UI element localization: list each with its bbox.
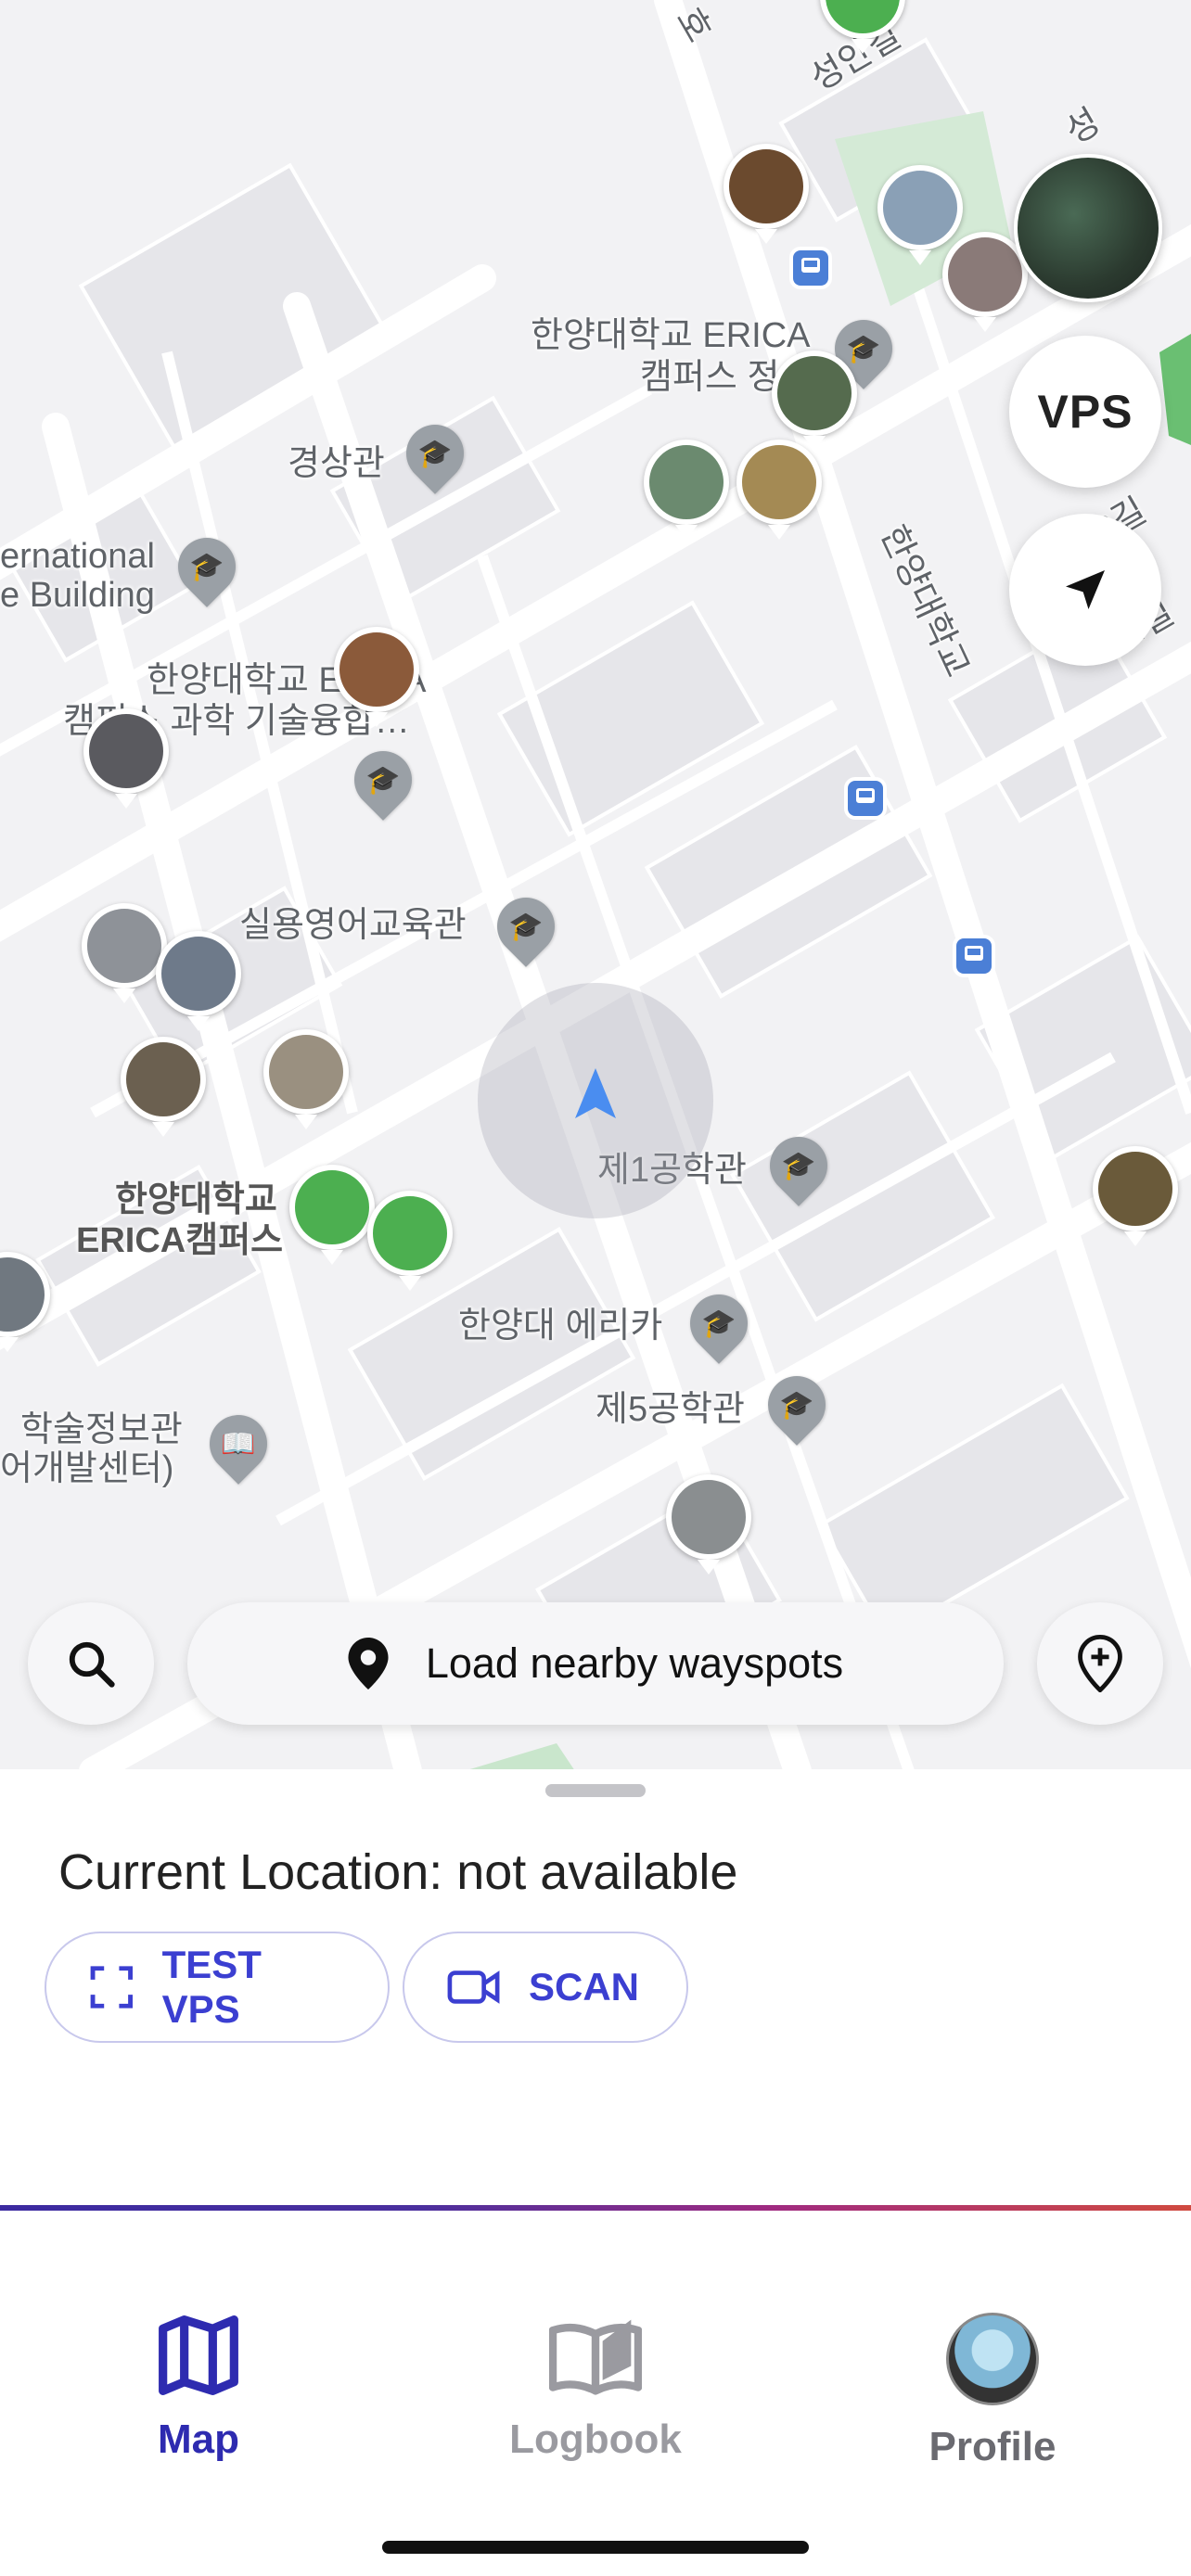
wayspot-marker[interactable]	[263, 1029, 349, 1129]
bus-stop-icon[interactable]	[793, 250, 828, 286]
bus-stop-icon[interactable]	[848, 781, 883, 816]
load-nearby-label: Load nearby wayspots	[425, 1639, 844, 1687]
satellite-layer-thumbnail[interactable]	[1014, 154, 1162, 302]
bottom-sheet: Current Location: not available TEST VPS…	[0, 1769, 1191, 2210]
home-indicator	[382, 2541, 809, 2554]
tab-bar: Map Logbook Profile	[0, 2211, 1191, 2576]
map-label: e Building	[0, 576, 155, 615]
map-label: 학술정보관	[20, 1410, 183, 1449]
map-label: 실용영어교육관	[239, 906, 467, 945]
wayspot-marker[interactable]	[736, 440, 822, 540]
recenter-button[interactable]	[1009, 514, 1161, 666]
video-camera-icon	[447, 1970, 500, 2004]
school-icon[interactable]: 🎓	[678, 1282, 760, 1364]
vps-button[interactable]: VPS	[1009, 336, 1161, 488]
bus-stop-icon[interactable]	[956, 938, 992, 974]
wayspot-marker[interactable]	[772, 351, 857, 451]
wayspot-marker[interactable]	[1093, 1146, 1178, 1246]
tab-map[interactable]: Map	[59, 2313, 338, 2463]
wayspot-marker[interactable]	[83, 708, 169, 809]
scan-label: SCAN	[529, 1965, 640, 2009]
map-label: 한양대학교 ERICA	[531, 316, 811, 355]
test-vps-label: TEST VPS	[161, 1943, 262, 2031]
wayspot-marker[interactable]	[877, 165, 963, 265]
scan-button[interactable]: SCAN	[403, 1932, 688, 2043]
avatar	[946, 2313, 1039, 2405]
map-label: 한양대학교	[115, 1180, 277, 1219]
user-location-arrow-icon	[575, 1068, 616, 1118]
map-label: 어개발센터)	[0, 1449, 174, 1488]
map-icon	[159, 2315, 238, 2395]
school-icon[interactable]: 🎓	[758, 1125, 839, 1206]
sheet-drag-handle[interactable]	[545, 1784, 646, 1797]
wayspot-marker[interactable]	[334, 627, 419, 727]
wayspot-marker[interactable]	[644, 440, 729, 540]
book-icon	[549, 2319, 642, 2395]
wayspot-marker[interactable]	[156, 931, 241, 1031]
add-location-icon	[1078, 1635, 1122, 1692]
wayspot-marker[interactable]	[121, 1037, 206, 1137]
wayspot-marker[interactable]	[367, 1191, 453, 1291]
map-label: 캠퍼스 정	[640, 358, 780, 397]
library-icon[interactable]: 📖	[198, 1403, 279, 1485]
navigation-arrow-icon	[1066, 570, 1105, 609]
map-label: ERICA캠퍼스	[76, 1221, 284, 1260]
school-icon[interactable]: 🎓	[485, 886, 567, 967]
map-label: 한양대 에리카	[458, 1307, 663, 1345]
search-button[interactable]	[28, 1602, 154, 1725]
wayspot-marker[interactable]	[666, 1474, 751, 1575]
school-icon[interactable]: 🎓	[342, 739, 424, 821]
location-pin-icon	[348, 1638, 389, 1690]
search-icon	[69, 1641, 115, 1688]
map-label: 경상관	[288, 444, 385, 483]
school-icon[interactable]: 🎓	[166, 526, 248, 607]
vps-label: VPS	[1037, 386, 1133, 438]
school-icon[interactable]: 🎓	[394, 413, 476, 494]
tab-profile[interactable]: Profile	[853, 2313, 1132, 2470]
tab-map-label: Map	[158, 2417, 239, 2462]
add-location-button[interactable]	[1037, 1602, 1163, 1725]
map-label: ernational	[0, 537, 155, 576]
load-nearby-wayspots-button[interactable]: Load nearby wayspots	[187, 1602, 1004, 1725]
test-vps-button[interactable]: TEST VPS	[45, 1932, 390, 2043]
map-label: 제5공학관	[596, 1390, 745, 1429]
wayspot-marker[interactable]	[289, 1165, 375, 1265]
scan-frame-icon	[90, 1966, 133, 2009]
map-view[interactable]: 호 성안길 한양대학교 ERICA 캠퍼스 정 경상관 ernational e…	[0, 0, 1191, 1771]
wayspot-marker[interactable]	[82, 903, 167, 1003]
school-icon[interactable]: 🎓	[756, 1364, 838, 1446]
current-location-text: Current Location: not available	[58, 1844, 738, 1900]
wayspot-marker[interactable]	[724, 144, 809, 244]
tab-profile-label: Profile	[928, 2424, 1057, 2469]
tab-logbook[interactable]: Logbook	[456, 2313, 735, 2463]
tab-logbook-label: Logbook	[509, 2417, 682, 2462]
